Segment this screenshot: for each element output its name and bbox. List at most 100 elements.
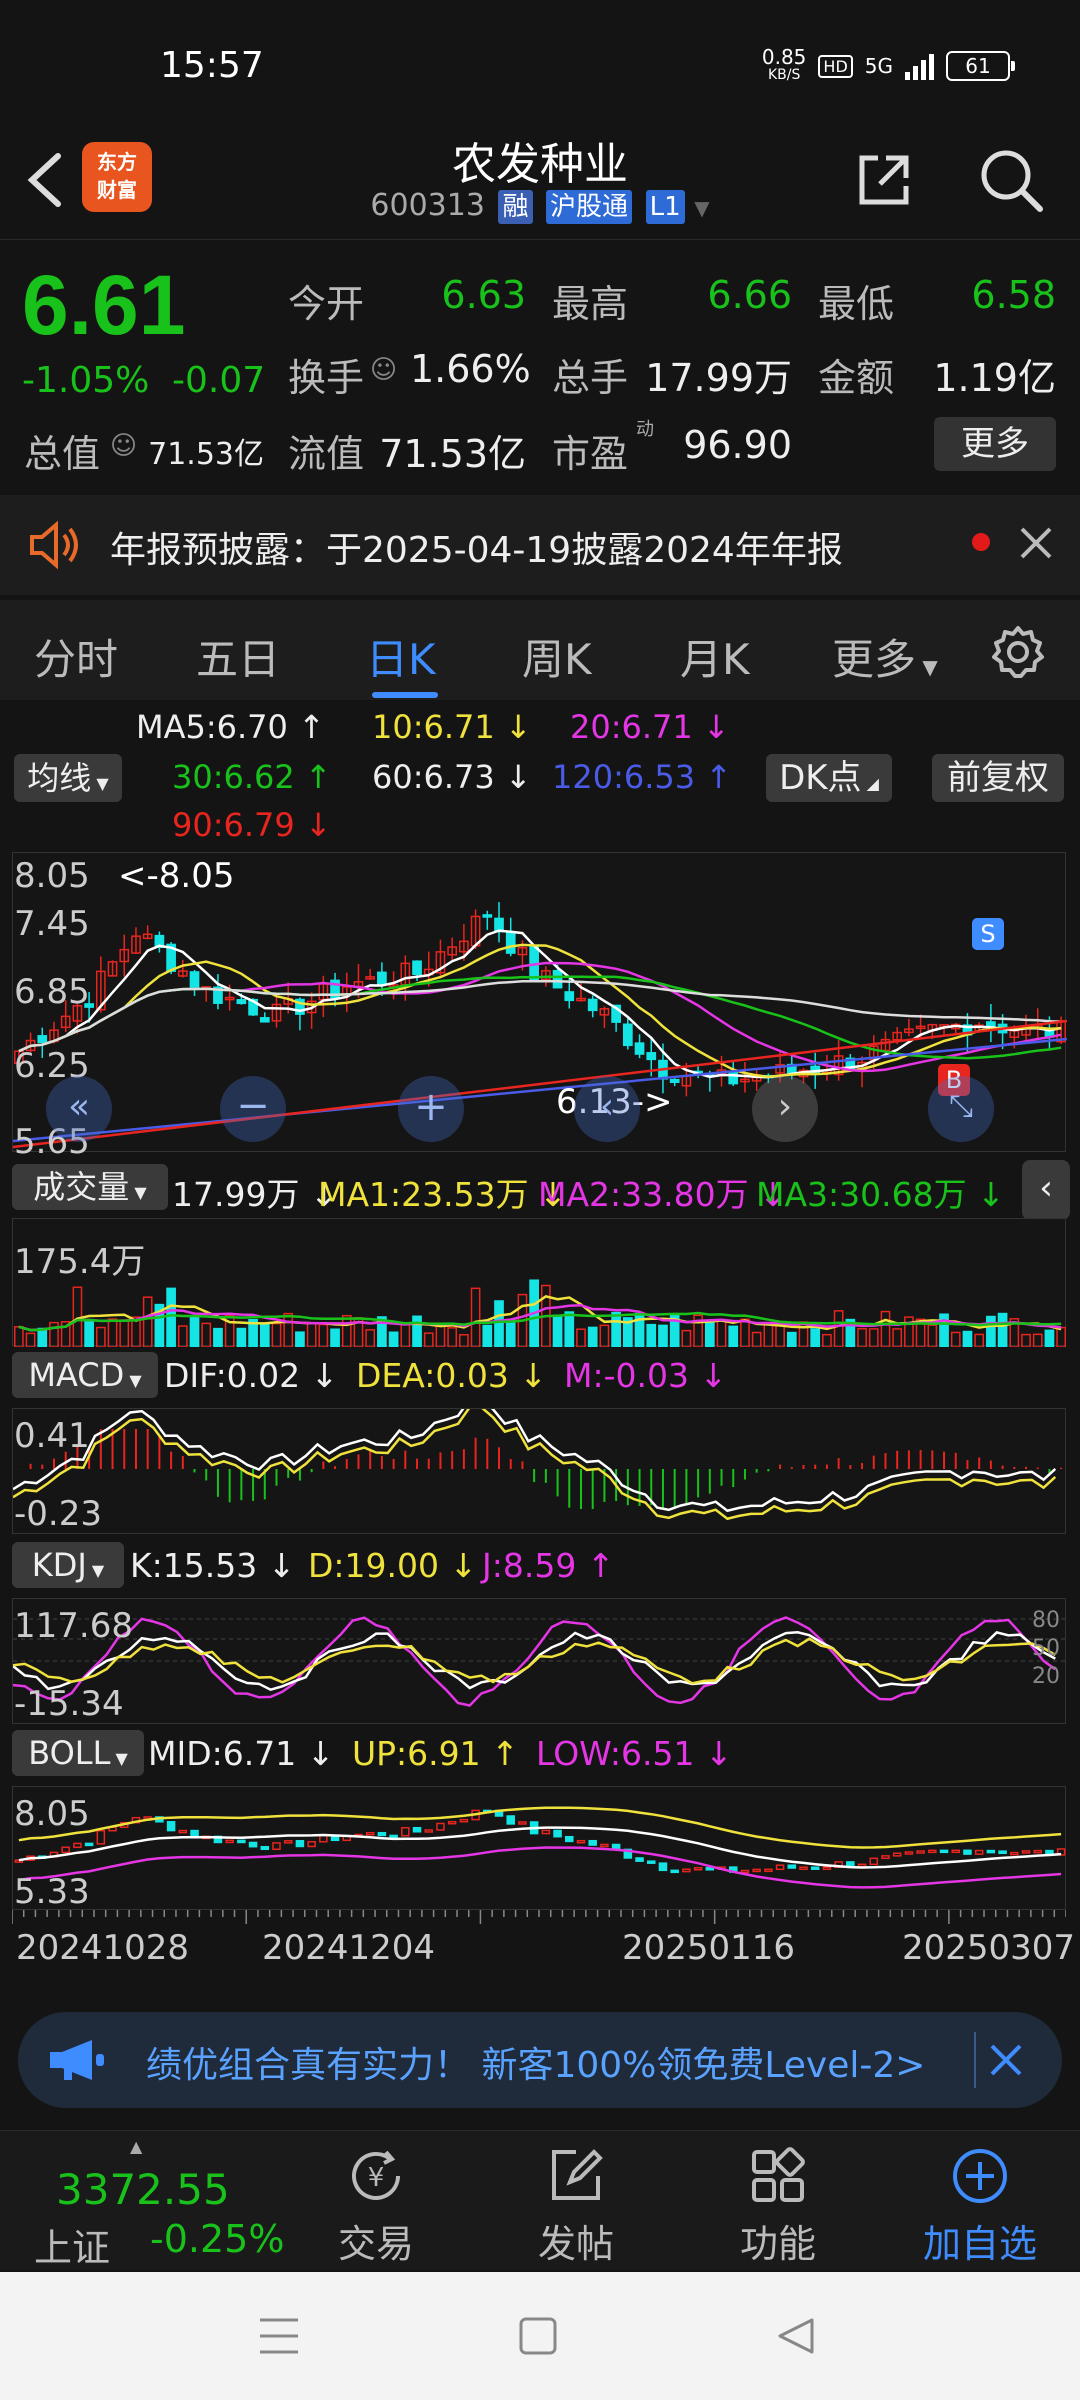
kdj-selector[interactable]: KDJ ▼ [12, 1542, 124, 1588]
kdj-y-top: 117.68 [14, 1606, 133, 1646]
boll-candle [412, 1826, 422, 1833]
macd-selector[interactable]: MACD ▼ [12, 1352, 158, 1398]
kline-chart[interactable] [12, 852, 1068, 1152]
info-icon[interactable]: ☺ [370, 355, 397, 385]
volume-value: 17.99万 [645, 356, 792, 400]
index-pct[interactable]: -0.25% [150, 2217, 284, 2261]
boll-candle [916, 1850, 925, 1854]
nav-functions[interactable]: 功能 [708, 2143, 848, 2268]
fullscreen-icon[interactable]: ⤡ [928, 1076, 994, 1142]
volume-value-label: 17.99万 ↓ [172, 1175, 338, 1214]
kdj-level-50: 50 [1032, 1636, 1060, 1661]
unread-dot [972, 533, 990, 551]
more-quote-button[interactable]: 更多 [934, 417, 1056, 471]
candle-body [482, 914, 493, 918]
connect-tag: 沪股通 [546, 190, 633, 224]
tab-daily-k[interactable]: 日K [366, 626, 436, 687]
volume-bar [892, 1328, 903, 1348]
level-tag[interactable]: L1 [645, 190, 685, 224]
candle-body [646, 1052, 657, 1061]
volume-bar [1032, 1333, 1043, 1348]
volume-bar [775, 1324, 785, 1348]
volume-chart[interactable] [12, 1218, 1066, 1348]
ma-selector[interactable]: 均线 ▼ [14, 754, 122, 802]
ma5-value: MA5:6.70 ↑ [136, 708, 325, 746]
dk-points-button[interactable]: DK点 ◢ [766, 754, 892, 802]
boll-y-top: 8.05 [14, 1794, 90, 1834]
back-nav-icon[interactable] [776, 2316, 816, 2356]
menu-icon[interactable] [258, 2316, 300, 2356]
candle-body [728, 1071, 739, 1085]
index-name[interactable]: 上证 [34, 2217, 110, 2272]
nav-add-watchlist[interactable]: 加自选 [910, 2143, 1050, 2268]
close-icon[interactable] [988, 2042, 1024, 2078]
boll-chart[interactable] [12, 1786, 1066, 1910]
scroll-right-button[interactable]: › [752, 1076, 818, 1142]
macd-m: M:-0.03 ↓ [564, 1356, 728, 1395]
volume-bar [412, 1315, 422, 1348]
volume-bar [318, 1323, 329, 1348]
notice-bar[interactable]: 年报预披露：于2025-04-19披露2024年年报 [0, 495, 1080, 595]
sell-marker[interactable]: S [972, 918, 1004, 950]
index-value[interactable]: 3372.55 [56, 2165, 230, 2214]
adjust-button[interactable]: 前复权 [932, 754, 1064, 802]
volume-bar [119, 1319, 130, 1348]
settings-icon[interactable] [990, 624, 1046, 680]
boll-candle [260, 1845, 270, 1851]
macd-chart[interactable] [12, 1398, 1066, 1534]
volume-selector[interactable]: 成交量 ▼ [12, 1164, 168, 1210]
tab-monthly-k[interactable]: 月K [680, 626, 750, 687]
boll-candle [892, 1852, 902, 1857]
boll-low: LOW:6.51 ↓ [536, 1734, 733, 1773]
promo-banner[interactable]: 绩优组合真有实力！ 新客100%领免费Level-2> [18, 2012, 1062, 2108]
search-icon[interactable] [976, 145, 1046, 215]
tab-intraday[interactable]: 分时 [34, 626, 118, 687]
info-icon[interactable]: ☺ [110, 431, 137, 461]
home-icon[interactable] [518, 2316, 558, 2356]
collapse-panel-button[interactable]: ‹ [1022, 1160, 1070, 1220]
ma120-line [12, 1037, 1068, 1143]
amount-label: 金额 [818, 356, 895, 400]
volume-bar [810, 1328, 821, 1348]
ma30-value: 30:6.62 ↑ [172, 758, 332, 796]
megaphone-icon [50, 2040, 104, 2080]
volume-bar [505, 1319, 516, 1348]
margin-tag: 融 [498, 190, 533, 224]
close-icon[interactable] [1018, 525, 1054, 561]
tab-more[interactable]: 更多 ▼ [832, 626, 938, 687]
tab-weekly-k[interactable]: 周K [522, 626, 592, 687]
scroll-left-fast-button[interactable]: « [46, 1076, 112, 1142]
volume-bar [786, 1331, 797, 1348]
scroll-left-button[interactable]: ‹ [574, 1076, 640, 1142]
kdj-chart[interactable] [12, 1598, 1067, 1724]
nav-post[interactable]: 发帖 [506, 2143, 646, 2268]
volume-bar [295, 1331, 305, 1348]
boll-selector[interactable]: BOLL ▼ [12, 1730, 144, 1776]
period-tabs: 分时 五日 日K 周K 月K 更多 ▼ [0, 600, 1080, 700]
boll-candle [986, 1849, 996, 1854]
volume-bar [201, 1322, 212, 1348]
boll-candle [670, 1869, 679, 1874]
open-value: 6.63 [441, 273, 526, 317]
bottom-nav: ▲ 3372.55 上证 -0.25% ¥ 交易 发帖 功能 加自选 [0, 2130, 1080, 2270]
boll-candle [928, 1849, 937, 1854]
tab-five-day[interactable]: 五日 [196, 626, 280, 687]
signal-icon [905, 52, 934, 80]
ma120-value: 120:6.53 ↑ [552, 758, 733, 796]
boll-candle [658, 1862, 668, 1872]
level-dropdown-icon[interactable]: ▼ [694, 196, 709, 220]
volume-bar [997, 1312, 1008, 1348]
boll-candle [904, 1851, 914, 1855]
zoom-out-button[interactable]: − [220, 1076, 286, 1142]
share-icon[interactable] [852, 148, 916, 212]
boll-candle [857, 1863, 867, 1868]
boll-candle [401, 1826, 410, 1837]
boll-candle [822, 1866, 832, 1871]
volume-bar [95, 1326, 106, 1348]
nav-trade[interactable]: ¥ 交易 [306, 2143, 446, 2268]
kdj-y-bottom: -15.34 [14, 1684, 124, 1724]
zoom-in-button[interactable]: + [398, 1076, 464, 1142]
open-label: 今开 [288, 282, 365, 326]
hd-icon: HD [818, 54, 853, 78]
change-amount: -0.07 [172, 360, 266, 401]
